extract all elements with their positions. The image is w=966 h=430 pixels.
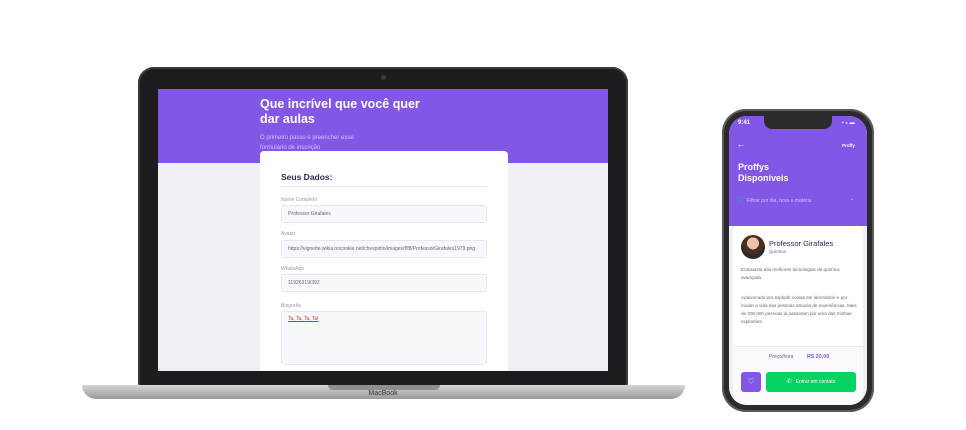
- teacher-bio: Apaixonado por explodir coisas em labora…: [741, 295, 857, 324]
- filter-toggle[interactable]: Filtrar por dia, hora e matéria: [747, 198, 811, 204]
- whatsapp-field[interactable]: 11926319I392: [281, 274, 487, 292]
- teacher-name: Professor Girafales: [769, 239, 834, 248]
- phone-header: 9:41 ▪ ◒ ▬ ← Proffy Proffys Disponíveis …: [729, 116, 867, 226]
- phone-screen: 9:41 ▪ ◒ ▬ ← Proffy Proffys Disponíveis …: [729, 116, 867, 405]
- avatar-field[interactable]: https://vignette.wikia.nocookie.net/ches…: [281, 240, 487, 258]
- teacher-bio-intro: Entusiasta das melhores tecnologias de q…: [741, 267, 840, 280]
- teacher-card: Professor Girafales Química Entusiasta d…: [733, 226, 863, 405]
- form-card: Seus Dados: Nome Completo Professor Gira…: [260, 151, 508, 371]
- phone: 9:41 ▪ ◒ ▬ ← Proffy Proffys Disponíveis …: [722, 109, 874, 412]
- bio-label: Biografia: [281, 303, 301, 309]
- contact-label: Entrar em contato: [795, 379, 836, 385]
- laptop-screen: Que incrível que você quer dar aulas O p…: [158, 89, 608, 371]
- whatsapp-label: WhatsApp: [281, 266, 305, 272]
- price-value: R$ 20,00: [807, 354, 830, 360]
- laptop-brand: MacBook: [368, 390, 398, 397]
- bio-textarea[interactable]: Ta, Ta, Ta, Ta!: [281, 311, 487, 365]
- camera: [381, 75, 386, 80]
- page-title: Que incrível que você quer dar aulas: [260, 97, 420, 126]
- page-subtitle: O primeiro passo é preencher esse formul…: [260, 135, 354, 151]
- avatar-label: Avatar: [281, 231, 296, 237]
- filter-icon[interactable]: ▽: [737, 196, 742, 204]
- chevron-down-icon[interactable]: ⌄: [850, 196, 854, 202]
- back-arrow-icon[interactable]: ←: [737, 140, 745, 149]
- page-title: Proffys Disponíveis: [738, 162, 789, 183]
- status-icons: ▪ ◒ ▬: [842, 120, 855, 126]
- phone-notch: [764, 116, 832, 129]
- favorite-button[interactable]: ♡: [741, 372, 761, 392]
- whatsapp-icon: ✆: [786, 379, 792, 385]
- name-label: Nome Completo: [281, 197, 318, 203]
- proffy-logo: Proffy: [842, 143, 856, 148]
- price-label: Preço/hora: [769, 354, 794, 360]
- name-field[interactable]: Professor Girafales: [281, 205, 487, 223]
- section-title: Seus Dados:: [281, 172, 333, 182]
- card-footer: Preço/hora R$ 20,00 ♡ ✆ Entrar em contato: [733, 346, 863, 405]
- laptop: Que incrível que você quer dar aulas O p…: [138, 67, 628, 387]
- teacher-subject: Química: [769, 249, 786, 254]
- contact-button[interactable]: ✆ Entrar em contato: [766, 372, 856, 392]
- divider: [281, 186, 487, 187]
- status-time: 9:41: [738, 120, 751, 126]
- avatar: [741, 235, 765, 259]
